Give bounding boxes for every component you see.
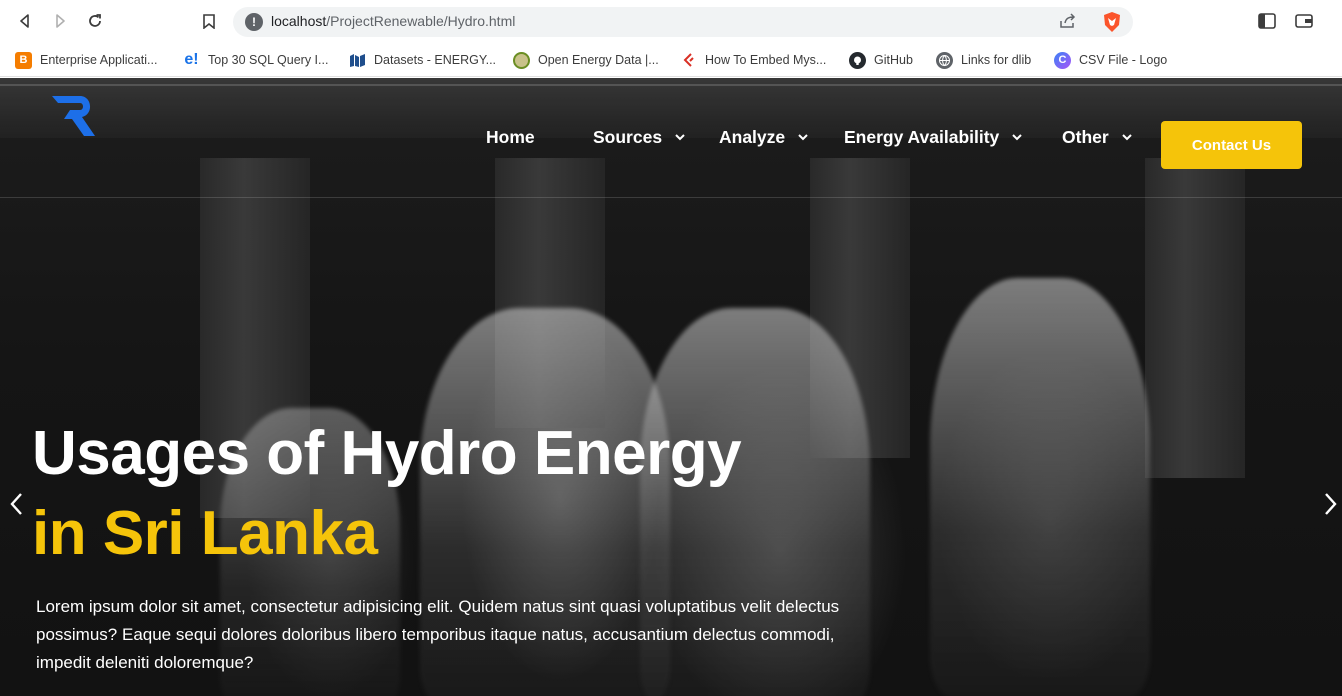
wallet-icon[interactable] — [1295, 13, 1313, 34]
bookmark-item[interactable]: B Enterprise Applicati... — [15, 50, 157, 70]
chevron-down-icon — [1121, 134, 1132, 141]
url-host: localhost — [271, 13, 327, 29]
browser-toolbar: ! localhost/ProjectRenewable/Hydro.html — [0, 0, 1342, 44]
share-icon[interactable] — [1059, 13, 1077, 34]
back-arrow-icon[interactable] — [14, 10, 36, 32]
hero-title-line1: Usages of Hydro Energy — [32, 419, 742, 488]
r-logo-icon[interactable] — [50, 92, 100, 138]
brave-shield-icon[interactable] — [1102, 11, 1122, 38]
bookmark-label: GitHub — [874, 53, 913, 67]
contact-us-button[interactable]: Contact Us — [1161, 121, 1302, 169]
nav-sources[interactable]: Sources — [593, 125, 686, 149]
e-icon: e! — [184, 51, 199, 68]
bookmark-item[interactable]: Links for dlib — [936, 50, 1031, 70]
bookmark-label: Open Energy Data |... — [538, 53, 659, 67]
github-icon — [849, 51, 866, 69]
bookmark-label: Enterprise Applicati... — [40, 53, 158, 67]
dam-pillar — [1145, 158, 1245, 478]
blogger-icon: B — [15, 51, 32, 69]
bookmark-label: Datasets - ENERGY... — [374, 53, 497, 67]
hero-description: Lorem ipsum dolor sit amet, consectetur … — [36, 597, 840, 672]
nav-other[interactable]: Other — [1062, 125, 1133, 149]
nav-analyze[interactable]: Analyze — [719, 125, 809, 149]
url-text[interactable]: localhost/ProjectRenewable/Hydro.html — [271, 13, 515, 29]
bookmark-label: How To Embed Mys... — [705, 53, 827, 67]
nav-divider — [0, 197, 1342, 198]
bookmark-item[interactable]: GitHub — [849, 50, 913, 70]
csv-logo-icon: C — [1054, 51, 1071, 69]
chevron-down-icon — [675, 134, 685, 141]
bookmark-item[interactable]: Datasets - ENERGY... — [349, 50, 496, 70]
reload-icon[interactable] — [84, 10, 106, 32]
globe-icon — [936, 51, 953, 69]
nav-home-label: Home — [486, 126, 535, 147]
url-path: /ProjectRenewable/Hydro.html — [326, 13, 516, 29]
bookmark-label: Top 30 SQL Query I... — [208, 53, 329, 67]
sidebar-icon[interactable] — [1258, 13, 1276, 34]
chevron-left-icon[interactable] — [7, 490, 27, 518]
info-icon[interactable]: ! — [245, 13, 263, 31]
bookmark-label: CSV File - Logo — [1079, 53, 1168, 67]
nav-home[interactable]: Home — [486, 125, 535, 149]
energy-seal-icon — [513, 51, 530, 69]
bookmark-item[interactable]: C CSV File - Logo — [1054, 50, 1167, 70]
embed-icon — [680, 52, 697, 69]
bookmarks-bar: B Enterprise Applicati... e! Top 30 SQL … — [0, 44, 1342, 77]
bookmark-label: Links for dlib — [961, 53, 1032, 67]
nav-energy-availability-label: Energy Availability — [844, 126, 1000, 147]
bookmark-item[interactable]: Open Energy Data |... — [513, 50, 659, 70]
hero-section: Home Sources Analyze Energy Availability… — [0, 78, 1342, 696]
nav-energy-availability[interactable]: Energy Availability — [844, 125, 1023, 149]
chevron-down-icon — [1012, 134, 1023, 141]
address-bar[interactable]: ! localhost/ProjectRenewable/Hydro.html — [233, 7, 1133, 37]
hero-title-line2: in Sri Lanka — [32, 499, 378, 568]
nav-analyze-label: Analyze — [719, 126, 786, 147]
bookmark-item[interactable]: How To Embed Mys... — [680, 50, 826, 70]
chevron-down-icon — [798, 134, 808, 141]
datasets-icon — [349, 52, 366, 69]
nav-sources-label: Sources — [593, 126, 663, 147]
chevron-right-icon[interactable] — [1320, 490, 1340, 518]
bookmark-item[interactable]: e! Top 30 SQL Query I... — [183, 50, 328, 70]
waterfall — [930, 278, 1150, 696]
bookmark-icon[interactable] — [198, 10, 220, 32]
nav-other-label: Other — [1062, 126, 1109, 147]
forward-arrow-icon[interactable] — [49, 10, 71, 32]
